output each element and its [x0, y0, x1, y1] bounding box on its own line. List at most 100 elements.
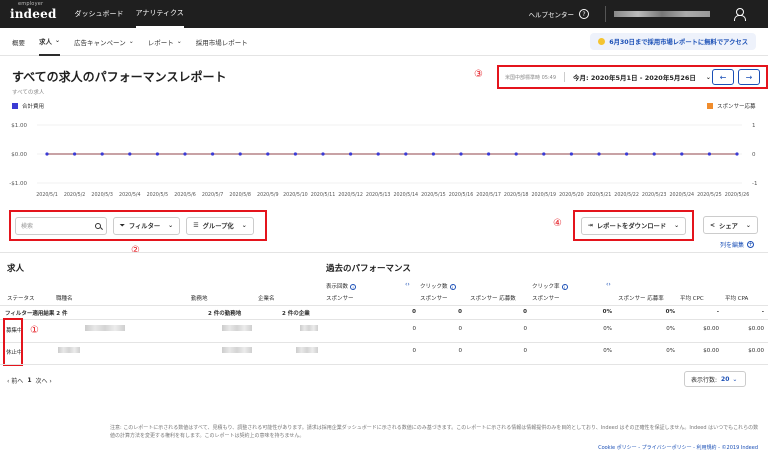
y-left-tick-label: $0.00	[11, 152, 27, 158]
tab-jobs[interactable]: 求人 ⌄	[39, 28, 61, 56]
nav-dashboard[interactable]: ダッシュボード	[75, 0, 124, 28]
info-icon[interactable]: i	[350, 283, 357, 290]
summary-locations: 2 件の勤務地	[208, 311, 242, 317]
header-avg-cpc[interactable]: 平均 CPC	[680, 294, 704, 302]
divider	[0, 252, 768, 253]
logo-text: indeed	[10, 7, 57, 21]
download-label: レポートをダウンロード	[596, 223, 667, 230]
row-cpc: $0.00	[703, 326, 719, 332]
user-icon[interactable]	[732, 7, 746, 21]
share-icon: <	[710, 221, 716, 229]
group-by-button[interactable]: ☰ グループ化 ⌄	[186, 216, 254, 235]
data-point	[569, 152, 574, 156]
row-cpa: $0.00	[748, 348, 764, 354]
x-tick-label: 2020/5/9	[257, 192, 279, 198]
divider	[0, 305, 768, 306]
data-point	[349, 152, 353, 156]
indeed-logo[interactable]: employer indeed	[10, 1, 57, 21]
expand-columns-icon[interactable]: ‹›	[606, 281, 611, 288]
company-redacted	[300, 325, 318, 331]
x-tick-label: 2020/5/17	[476, 192, 501, 198]
search-placeholder: 検索	[21, 223, 34, 230]
search-input[interactable]: 検索	[15, 216, 107, 235]
data-point	[238, 152, 242, 156]
x-tick-label: 2020/5/23	[642, 192, 667, 198]
previous-page-link[interactable]: ‹ 前へ	[7, 376, 23, 385]
date-range-dropdown[interactable]: 今月: 2020年5月1日 - 2020年5月26日 ⌄	[564, 72, 711, 82]
tab-overview[interactable]: 概要	[12, 28, 25, 56]
edit-columns-link[interactable]: 列を編集 +	[720, 240, 755, 249]
header-sponsored-ctr[interactable]: スポンサー	[532, 294, 560, 302]
header-clicks[interactable]: クリック数 i	[420, 282, 456, 290]
job-title-redacted[interactable]	[85, 325, 125, 331]
share-button[interactable]: < シェア ⌄	[703, 216, 758, 234]
legend-sponsored-applies[interactable]: スポンサー応募	[707, 102, 756, 110]
summary-companies: 2 件の企業	[282, 311, 310, 317]
x-tick-label: 2020/5/14	[393, 192, 418, 198]
x-tick-label: 2020/5/26	[725, 192, 750, 198]
tab-hiring-market-report[interactable]: 採用市場レポート	[196, 28, 248, 56]
job-title-redacted[interactable]	[58, 347, 80, 353]
header-avg-cpa[interactable]: 平均 CPA	[725, 294, 748, 302]
header-sponsored-clicks[interactable]: スポンサー	[420, 294, 448, 302]
tab-reports[interactable]: レポート ⌄	[148, 28, 182, 56]
chevron-down-icon: ⌄	[176, 38, 182, 45]
tab-label: 採用市場レポート	[195, 38, 248, 47]
y-left-tick-label: $1.00	[11, 123, 27, 129]
promo-banner[interactable]: 6月30日まで採用市場レポートに無料でアクセス	[590, 33, 756, 50]
company-redacted	[296, 347, 318, 353]
search-icon[interactable]	[95, 222, 101, 229]
x-tick-label: 2020/5/22	[614, 192, 639, 198]
data-point	[376, 152, 380, 156]
search-filter-toolbar: 検索 ⏷ フィルター ⌄ ☰ グループ化 ⌄	[9, 210, 267, 241]
chevron-down-icon: ⌄	[732, 375, 738, 383]
filter-button[interactable]: ⏷ フィルター ⌄	[113, 216, 181, 235]
divider	[0, 342, 768, 343]
previous-period-button[interactable]: ←	[712, 69, 734, 85]
legend-total-cost[interactable]: 合計費用	[12, 102, 44, 110]
info-icon[interactable]: i	[561, 283, 568, 290]
account-name-redacted[interactable]	[614, 11, 710, 17]
help-center-link[interactable]: ヘルプセンター	[529, 9, 575, 19]
nav-analytics[interactable]: アナリティクス	[135, 0, 184, 28]
header-impressions[interactable]: 表示回数 i	[326, 282, 357, 290]
legend-label: 合計費用	[22, 104, 45, 110]
row-cpa: $0.00	[748, 326, 764, 332]
data-point	[597, 152, 601, 156]
next-period-button[interactable]: →	[738, 69, 760, 85]
logo-subtext: employer	[18, 1, 44, 7]
chevron-down-icon: ⌄	[168, 222, 174, 229]
summary-impressions: 0	[412, 309, 416, 315]
header-job-title[interactable]: 職種名	[56, 294, 73, 302]
header-company[interactable]: 企業名	[258, 294, 275, 302]
next-page-link[interactable]: 次へ ›	[36, 376, 52, 385]
header-sponsored-impressions[interactable]: スポンサー	[326, 294, 354, 302]
data-point	[707, 152, 712, 156]
top-navigation-bar: employer indeed ダッシュボード アナリティクス ヘルプセンター …	[0, 0, 768, 28]
summary-clicks: 0	[458, 309, 462, 315]
expand-columns-icon[interactable]: ‹›	[405, 281, 410, 288]
header-location[interactable]: 勤務地	[191, 294, 208, 302]
header-status[interactable]: ステータス	[7, 294, 35, 302]
header-sponsored-apply-rate[interactable]: スポンサー 応募率	[618, 294, 664, 302]
tab-label: 概要	[12, 38, 25, 47]
row-applies: 0	[523, 348, 528, 354]
info-icon[interactable]: i	[449, 283, 456, 290]
header-sponsored-applies[interactable]: スポンサー 応募数	[470, 294, 516, 302]
x-tick-label: 2020/5/25	[697, 192, 722, 198]
data-point	[459, 152, 463, 156]
legend-swatch	[707, 103, 713, 109]
x-tick-label: 2020/5/20	[559, 192, 584, 198]
summary-applies: 0	[523, 309, 527, 315]
top-nav-right: ヘルプセンター ?	[529, 0, 759, 28]
row-ctr: 0%	[603, 326, 612, 332]
x-tick-label: 2020/5/21	[587, 192, 612, 198]
tab-ad-campaigns[interactable]: 広告キャンペーン ⌄	[74, 28, 134, 56]
download-report-button[interactable]: ⇥ レポートをダウンロード ⌄	[580, 216, 687, 235]
header-label: 表示回数	[326, 284, 349, 290]
footer-links[interactable]: Cookie ポリシー - プライバシーポリシー - 利用規約 - ©2019 …	[598, 444, 758, 451]
question-circle-icon[interactable]: ?	[579, 9, 589, 19]
rows-per-page-select[interactable]: 表示行数: 20 ⌄	[684, 371, 746, 387]
header-ctr[interactable]: クリック率 i	[532, 282, 568, 290]
data-point	[73, 152, 77, 156]
